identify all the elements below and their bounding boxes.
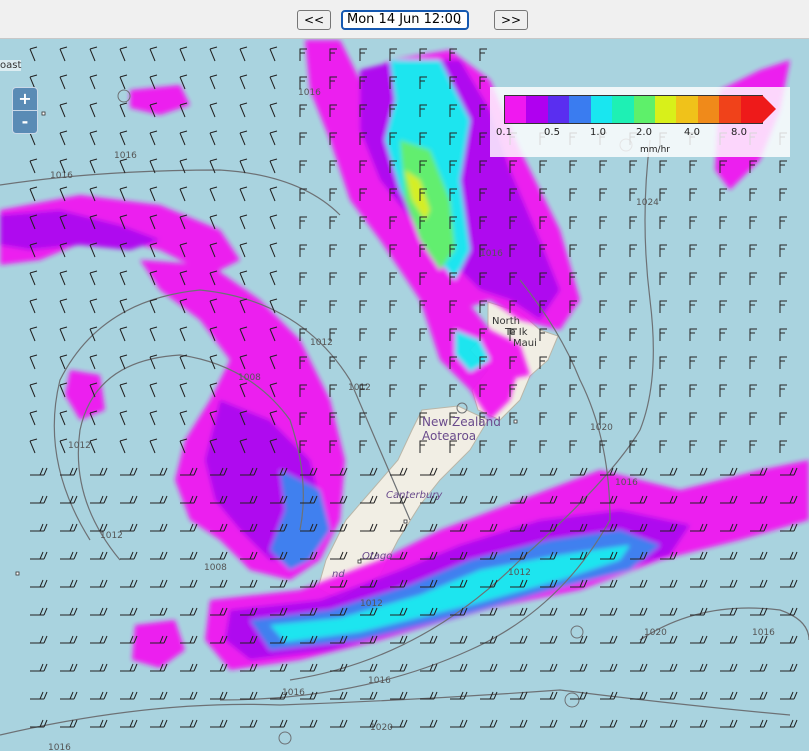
isobar-label: 1012	[360, 599, 383, 609]
place-label-te-ika: Te Ik	[505, 327, 528, 338]
isobar-label: 1012	[348, 383, 371, 393]
legend-color-bar	[504, 95, 763, 124]
legend-tick: 4.0	[684, 127, 700, 138]
place-label-new-zealand: New Zealand	[422, 415, 501, 429]
legend-swatch	[654, 96, 677, 123]
legend-tick: 0.1	[496, 127, 512, 138]
previous-time-button[interactable]: <<	[297, 10, 332, 30]
legend-swatch	[697, 96, 720, 123]
isobar-label: 1016	[50, 171, 73, 181]
place-label-north-island: North	[492, 316, 520, 327]
legend-swatch	[590, 96, 613, 123]
isobar-label: 1012	[508, 568, 531, 578]
isobar-label: 1016	[752, 628, 775, 638]
place-label-otago: Otago	[362, 551, 393, 562]
isobar-label: 1020	[370, 723, 393, 733]
precip-legend: 0.1 0.5 1.0 2.0 4.0 8.0 mm/hr	[490, 87, 790, 157]
legend-swatch	[505, 96, 527, 123]
legend-swatch	[547, 96, 570, 123]
isobar-label: 1016	[298, 88, 321, 98]
legend-swatch	[740, 96, 763, 123]
legend-tick: 8.0	[731, 127, 747, 138]
chevron-down-icon: ⌄	[454, 16, 463, 27]
place-label-southland: nd	[332, 569, 345, 580]
isobar-label: 1024	[636, 198, 659, 208]
weather-map[interactable]: 1016 1016 1016 1012 1008 1012 1012 1012 …	[0, 39, 809, 751]
legend-swatch	[719, 96, 741, 123]
legend-arrow-icon	[762, 95, 776, 123]
zoom-in-button[interactable]: +	[13, 88, 37, 110]
isobar-label: 1008	[204, 563, 227, 573]
isobar-label: 1016	[615, 478, 638, 488]
legend-tick: 1.0	[590, 127, 606, 138]
legend-swatch	[633, 96, 655, 123]
isobar-label: 1016	[480, 249, 503, 259]
legend-unit: mm/hr	[640, 145, 670, 155]
place-label-maui: Maui	[513, 338, 537, 349]
zoom-out-button[interactable]: -	[13, 110, 37, 133]
place-label-aotearoa: Aotearoa	[422, 429, 477, 443]
isobar-label: 1008	[238, 373, 261, 383]
isobar-label: 1020	[644, 628, 667, 638]
isobar-label: 1016	[368, 676, 391, 686]
isobar-label: 1012	[68, 441, 91, 451]
isobar-label: 1012	[310, 338, 333, 348]
legend-swatch	[569, 96, 591, 123]
legend-swatch	[676, 96, 698, 123]
legend-swatch	[612, 96, 634, 123]
next-time-button[interactable]: >>	[494, 10, 529, 30]
zoom-control: + -	[12, 87, 38, 134]
place-label-canterbury: Canterbury	[386, 490, 443, 501]
legend-tick: 0.5	[544, 127, 560, 138]
time-select[interactable]: Mon 14 Jun 12:00 ⌄	[341, 10, 469, 30]
place-label-coast: oast	[0, 60, 22, 71]
isobar-label: 1020	[590, 423, 613, 433]
isobar-label: 1012	[100, 531, 123, 541]
time-select-value: Mon 14 Jun 12:00	[347, 12, 462, 27]
isobar-label: 1016	[48, 743, 71, 751]
legend-swatch	[526, 96, 548, 123]
toolbar: << Mon 14 Jun 12:00 ⌄ >>	[0, 0, 809, 39]
legend-tick: 2.0	[636, 127, 652, 138]
